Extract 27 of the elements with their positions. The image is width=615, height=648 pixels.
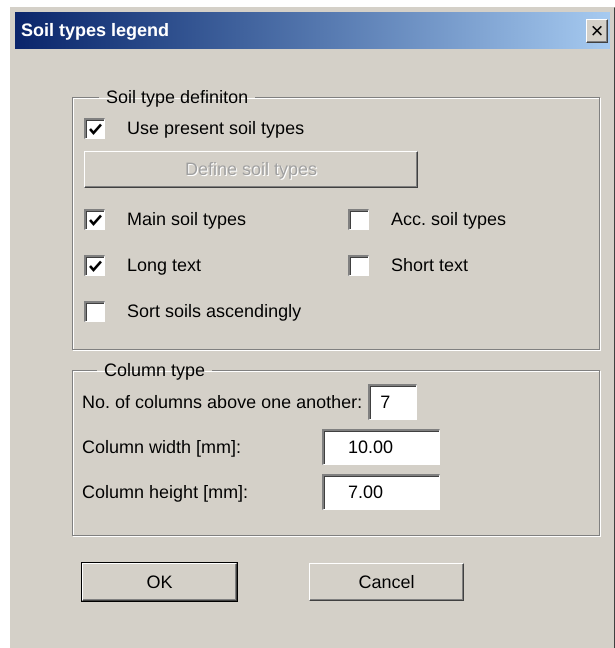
- window-title: Soil types legend: [21, 19, 170, 42]
- checkbox[interactable]: [348, 254, 369, 276]
- check-icon: [88, 122, 102, 134]
- checkbox-label: Main soil types: [127, 208, 246, 231]
- value-field[interactable]: 7: [368, 384, 418, 420]
- value-field[interactable]: 7.00: [322, 474, 440, 510]
- checkbox[interactable]: [84, 118, 105, 138]
- field-label: No. of columns above one another:: [82, 390, 362, 414]
- checkbox-label: Use present soil types: [127, 116, 304, 140]
- checkbox[interactable]: [84, 208, 105, 230]
- checkbox-label: Long text: [127, 254, 202, 277]
- value-field[interactable]: 10.00: [322, 429, 440, 465]
- checkbox[interactable]: [84, 300, 105, 322]
- dialog-button[interactable]: Cancel: [309, 563, 464, 601]
- group-title: Soil type definiton: [105, 87, 250, 107]
- check-icon: [88, 260, 102, 272]
- field-label: Column width [mm]:: [82, 436, 242, 459]
- field-label: Column height [mm]:: [82, 480, 250, 504]
- checkbox[interactable]: [348, 208, 369, 230]
- dialog-button[interactable]: OK: [82, 563, 237, 601]
- checkbox-label: Acc. soil types: [391, 208, 506, 231]
- checkbox-label: Sort soils ascendingly: [127, 300, 302, 323]
- checkbox[interactable]: [84, 254, 105, 276]
- check-icon: [88, 214, 102, 226]
- close-button[interactable]: ×: [586, 18, 608, 42]
- checkbox-label: Short text: [391, 254, 468, 276]
- group-title: Column type: [103, 360, 206, 380]
